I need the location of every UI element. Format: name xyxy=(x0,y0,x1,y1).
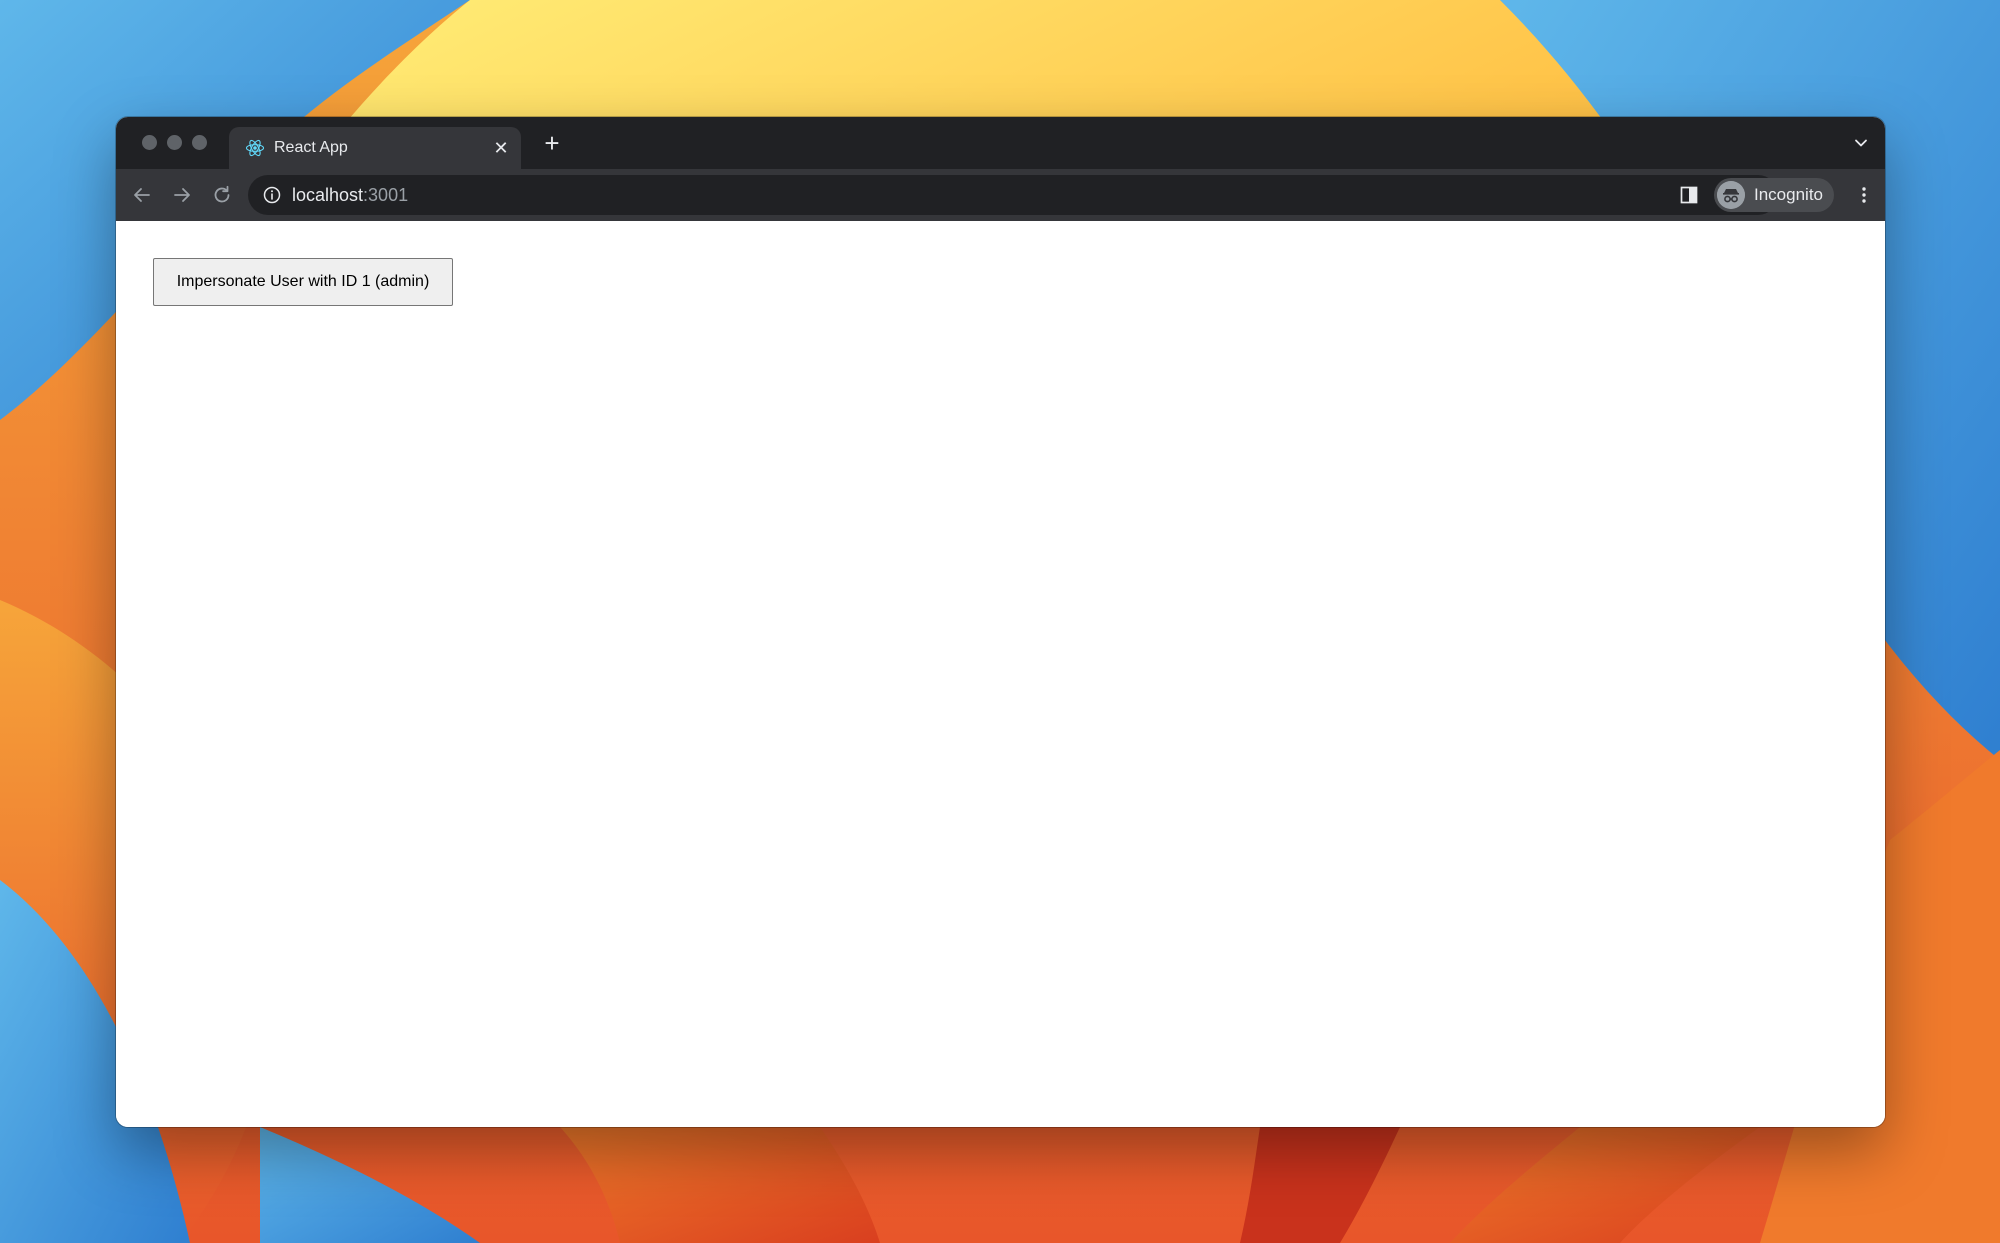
reload-icon[interactable] xyxy=(210,183,234,207)
page-content: Impersonate User with ID 1 (admin) xyxy=(116,221,1885,1127)
info-icon[interactable] xyxy=(262,185,282,205)
impersonate-user-button[interactable]: Impersonate User with ID 1 (admin) xyxy=(153,258,453,306)
tab-search-chevron-icon[interactable] xyxy=(1851,133,1871,153)
tab-react-app[interactable]: React App ✕ xyxy=(229,127,521,169)
minimize-window-icon[interactable] xyxy=(167,135,182,150)
close-window-icon[interactable] xyxy=(142,135,157,150)
side-panel-icon[interactable] xyxy=(1678,184,1700,206)
incognito-profile-button[interactable]: Incognito xyxy=(1714,178,1834,212)
close-tab-icon[interactable]: ✕ xyxy=(491,138,511,158)
react-logo-icon xyxy=(245,139,265,157)
address-bar[interactable]: localhost:3001 xyxy=(248,175,1778,215)
new-tab-button[interactable]: + xyxy=(540,130,564,156)
browser-window: React App ✕ + localhost:3001 Incognito I… xyxy=(116,117,1885,1127)
tab-strip: React App ✕ + xyxy=(116,117,1885,169)
more-vert-icon[interactable] xyxy=(1852,183,1876,207)
incognito-icon xyxy=(1717,181,1745,209)
url-host: localhost xyxy=(292,185,364,205)
incognito-label: Incognito xyxy=(1754,185,1823,204)
zoom-window-icon[interactable] xyxy=(192,135,207,150)
browser-toolbar: localhost:3001 Incognito xyxy=(116,169,1885,221)
tab-title: React App xyxy=(274,139,348,156)
back-arrow-icon[interactable] xyxy=(130,183,154,207)
url-text[interactable]: localhost:3001 xyxy=(292,184,408,206)
forward-arrow-icon[interactable] xyxy=(170,183,194,207)
url-port: :3001 xyxy=(363,185,409,205)
